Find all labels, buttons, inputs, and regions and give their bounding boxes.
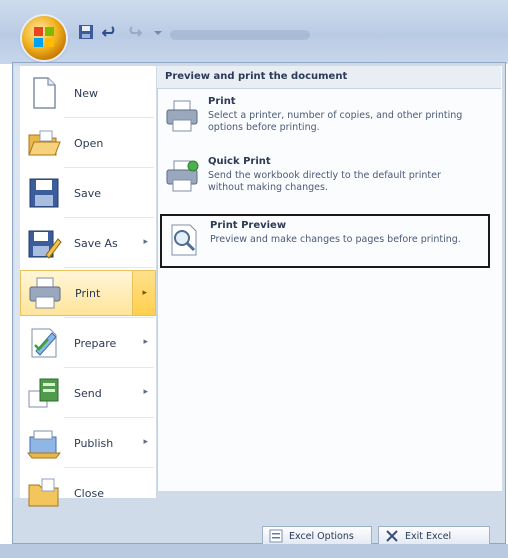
window-title [170,30,310,40]
menu-item-open[interactable]: Open [20,120,156,166]
option-description: Select a printer, number of copies, and … [208,110,463,133]
window-bottom-frame [0,544,508,558]
separator [64,117,154,118]
menu-item-label: Print [75,286,101,300]
close-x-icon [386,530,398,542]
open-folder-icon [28,130,61,156]
submenu-arrow-icon: ▸ [143,437,148,447]
options-icon [269,529,283,543]
save-disk-icon [29,178,59,208]
menu-item-label: Publish [74,436,114,450]
exit-excel-button[interactable]: Exit Excel [378,526,490,546]
menu-item-new[interactable]: New [20,70,156,116]
printer-icon [166,100,198,132]
quick-print-icon [166,160,199,192]
menu-item-label: Prepare [74,336,117,350]
menu-footer: Excel Options Exit Excel [14,498,502,546]
separator [64,217,154,218]
quick-print-option[interactable]: Quick Print Send the workbook directly t… [160,152,490,206]
exit-excel-label: Exit Excel [405,530,452,542]
separator [64,367,154,368]
submenu-arrow-icon: ▸ [143,387,148,397]
prepare-icon [31,328,57,358]
submenu-arrow-icon: ▸ [143,337,148,347]
option-title: Print [208,96,236,107]
print-option[interactable]: Print Select a printer, number of copies… [160,92,490,146]
option-description: Send the workbook directly to the defaul… [208,170,441,193]
menu-item-send[interactable]: Send ▸ [20,370,156,416]
office-logo-icon [34,27,54,47]
menu-item-save[interactable]: Save [20,170,156,216]
menu-item-print[interactable]: Print ▸ [20,270,156,316]
quick-access-toolbar [78,24,166,40]
menu-item-publish[interactable]: Publish ▸ [20,420,156,466]
option-title: Quick Print [208,156,271,167]
separator [64,167,154,168]
send-icon [28,378,59,408]
separator [64,417,154,418]
menu-item-label: Open [74,136,104,150]
submenu-header: Preview and print the document [157,66,501,89]
new-document-icon [33,77,56,109]
save-icon[interactable] [78,24,94,40]
separator [64,317,154,318]
publish-icon [26,430,62,459]
save-as-icon [28,230,62,259]
office-button[interactable] [22,16,66,60]
separator [64,267,154,268]
menu-item-save-as[interactable]: Save As ▸ [20,220,156,266]
separator [64,467,154,468]
excel-options-button[interactable]: Excel Options [262,526,372,546]
excel-options-label: Excel Options [289,530,354,542]
option-description: Preview and make changes to pages before… [210,234,461,245]
print-preview-option[interactable]: Print Preview Preview and make changes t… [160,214,490,268]
menu-item-prepare[interactable]: Prepare ▸ [20,320,156,366]
submenu-header-text: Preview and print the document [165,71,348,82]
undo-icon[interactable] [102,24,118,40]
menu-item-label: Send [74,386,102,400]
option-title: Print Preview [210,220,287,231]
printer-icon [29,277,61,309]
menu-item-label: New [74,86,98,100]
menu-item-label: Save As [74,236,118,250]
title-bar [0,0,508,64]
submenu-arrow-icon: ▸ [143,237,148,247]
redo-icon[interactable] [126,24,142,40]
print-preview-icon [171,224,197,256]
menu-item-label: Save [74,186,102,200]
customize-toolbar-icon[interactable] [150,24,166,40]
submenu-arrow-icon: ▸ [142,288,147,298]
